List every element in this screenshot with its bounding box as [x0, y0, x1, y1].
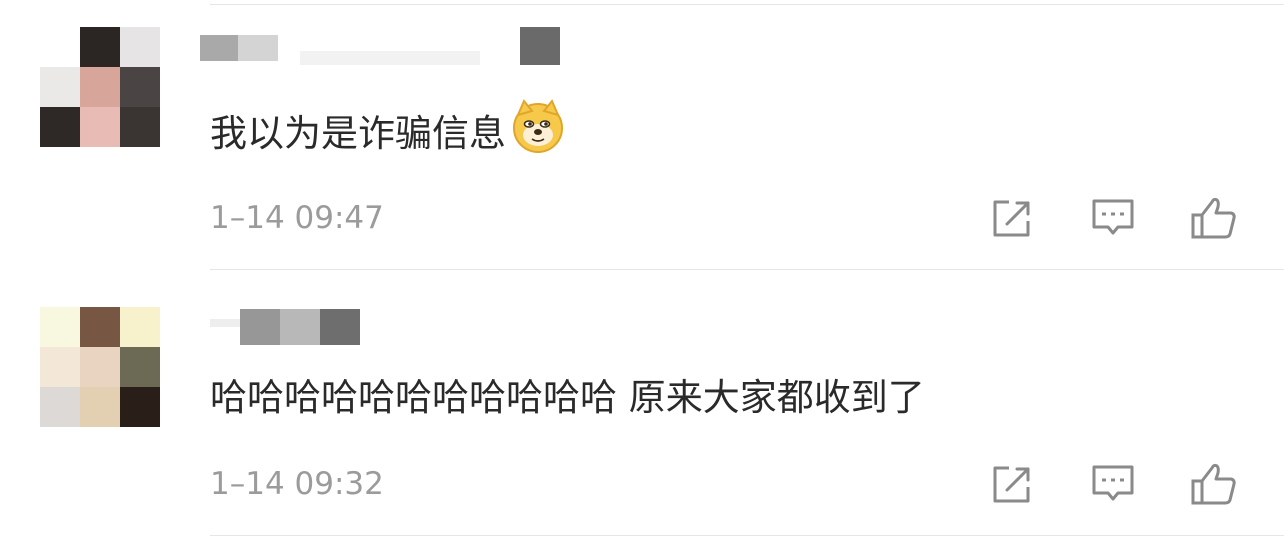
like-icon — [1191, 463, 1236, 505]
comment-icon — [1092, 465, 1134, 501]
username-blurred[interactable] — [200, 307, 380, 347]
comment-timestamp: 1–14 09:47 — [210, 200, 384, 236]
doge-emoji — [510, 99, 566, 166]
comment-text: 我以为是诈骗信息 — [210, 99, 566, 166]
like-button[interactable] — [1190, 460, 1238, 508]
comment-item: 我以为是诈骗信息 1–14 09:47 — [0, 0, 1284, 270]
avatar[interactable] — [40, 307, 160, 427]
username-blurred[interactable] — [200, 27, 580, 67]
comment-text: 哈哈哈哈哈哈哈哈哈哈哈 原来大家都收到了 — [210, 376, 925, 419]
reply-button[interactable] — [1089, 194, 1137, 242]
divider — [210, 535, 1284, 536]
share-button[interactable] — [988, 194, 1036, 242]
like-icon — [1191, 197, 1236, 239]
comment-icon — [1092, 199, 1134, 235]
comment-timestamp: 1–14 09:32 — [210, 466, 384, 502]
reply-button[interactable] — [1089, 460, 1137, 508]
like-button[interactable] — [1190, 194, 1238, 242]
comment-item: 哈哈哈哈哈哈哈哈哈哈哈 原来大家都收到了 1–14 09:32 — [0, 270, 1284, 547]
avatar[interactable] — [40, 27, 160, 147]
share-icon — [993, 466, 1030, 503]
share-button[interactable] — [988, 460, 1036, 508]
share-icon — [993, 200, 1030, 237]
comment-text-body: 我以为是诈骗信息 — [210, 112, 506, 155]
